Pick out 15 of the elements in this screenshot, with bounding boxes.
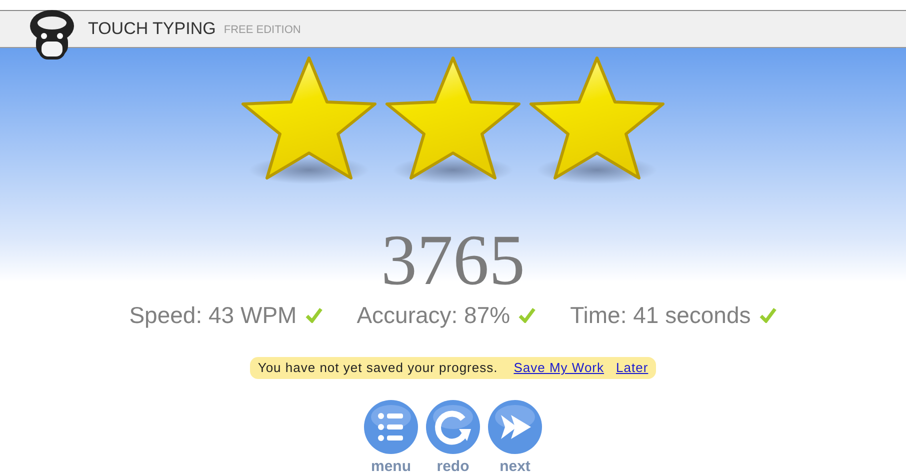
action-button[interactable]: next — [486, 399, 544, 474]
fast-forward-icon — [487, 399, 543, 455]
stat-label: Accuracy: 87% — [356, 301, 510, 330]
edition-label: FREE EDITION — [224, 23, 301, 38]
notice-message: You have not yet saved your progress. — [258, 359, 498, 377]
notice-link[interactable]: Save My Work — [514, 358, 604, 378]
app-title: TOUCH TYPING — [88, 18, 216, 40]
redo-icon — [425, 399, 481, 455]
score-value: 3765 — [381, 224, 525, 296]
action-button[interactable]: redo — [424, 399, 482, 474]
notice-link[interactable]: Later — [616, 358, 648, 378]
stat-label: Speed: 43 WPM — [129, 301, 297, 330]
list-icon — [363, 399, 419, 455]
action-button[interactable]: menu — [362, 399, 420, 474]
stat-label: Time: 41 seconds — [570, 301, 751, 330]
